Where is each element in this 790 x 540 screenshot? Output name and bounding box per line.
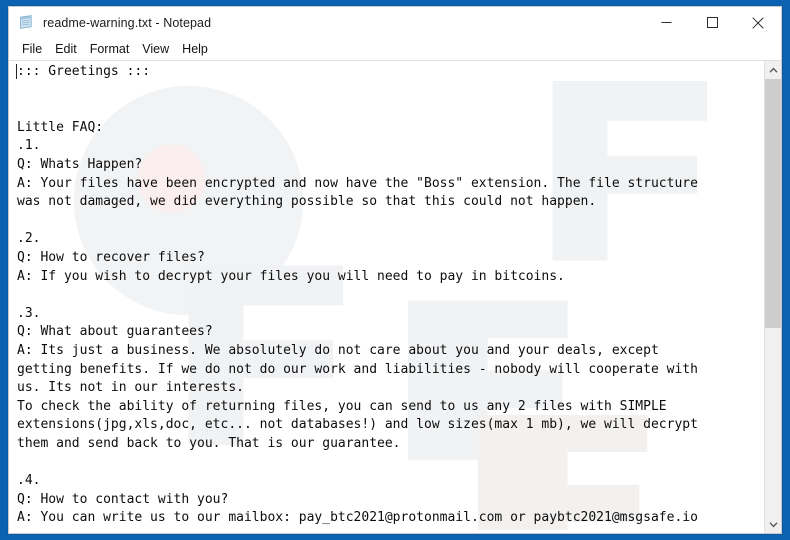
notepad-document-icon	[18, 14, 35, 31]
chevron-down-icon	[769, 521, 777, 527]
menu-item-help[interactable]: Help	[176, 40, 215, 59]
editor-area: ::: Greetings ::: Little FAQ: .1. Q: Wha…	[9, 60, 781, 533]
close-button[interactable]	[735, 7, 781, 38]
minimize-button[interactable]	[643, 7, 689, 38]
scroll-up-button[interactable]	[765, 61, 781, 79]
menu-item-file[interactable]: File	[16, 40, 49, 59]
scrollbar-track[interactable]	[765, 79, 781, 515]
chevron-up-icon	[769, 67, 777, 73]
desktop-background: readme-warning.txt - Notepad File Edit F…	[0, 0, 790, 540]
close-icon	[752, 16, 764, 29]
notepad-window: readme-warning.txt - Notepad File Edit F…	[8, 6, 782, 534]
scrollbar-thumb[interactable]	[765, 79, 781, 328]
document-text[interactable]: ::: Greetings ::: Little FAQ: .1. Q: Wha…	[9, 61, 764, 528]
maximize-button[interactable]	[689, 7, 735, 38]
window-title: readme-warning.txt - Notepad	[43, 15, 212, 30]
minimize-icon	[661, 22, 671, 23]
title-bar[interactable]: readme-warning.txt - Notepad	[9, 7, 781, 38]
menu-bar: File Edit Format View Help	[9, 38, 781, 60]
text-caret	[16, 64, 17, 79]
menu-item-format[interactable]: Format	[84, 40, 137, 59]
title-bar-left: readme-warning.txt - Notepad	[9, 14, 643, 31]
scroll-down-button[interactable]	[765, 515, 781, 533]
window-controls	[643, 7, 781, 38]
vertical-scrollbar[interactable]	[764, 61, 781, 533]
maximize-icon	[706, 17, 718, 28]
menu-item-edit[interactable]: Edit	[49, 40, 84, 59]
menu-item-view[interactable]: View	[136, 40, 176, 59]
text-editor[interactable]: ::: Greetings ::: Little FAQ: .1. Q: Wha…	[9, 61, 764, 533]
